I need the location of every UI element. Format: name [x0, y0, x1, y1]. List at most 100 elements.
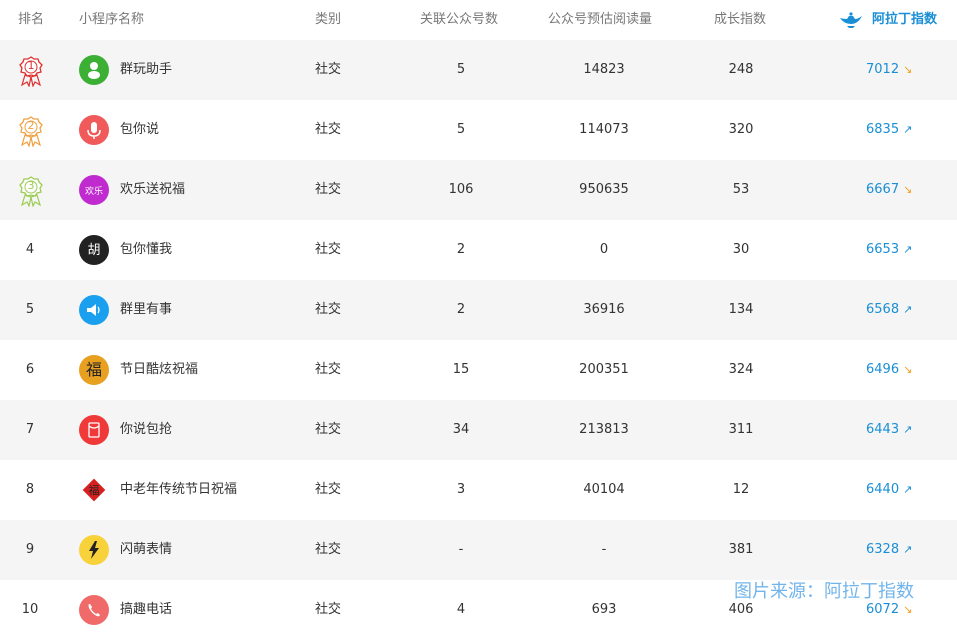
ala-index-cell: 6653 ↗ — [866, 220, 912, 280]
category-cell: 社交 — [315, 62, 342, 77]
growth-cell: 324 — [728, 362, 754, 377]
table-row[interactable]: 2 包你说 社交 5 114073 320 6835 ↗ — [0, 100, 957, 160]
icon-text: 福 — [85, 360, 102, 379]
read-estimate-cell: 0 — [599, 242, 609, 257]
public-accounts-cell: 2 — [456, 242, 466, 257]
category-cell: 社交 — [315, 122, 342, 137]
public-accounts-cell: 3 — [456, 482, 466, 497]
header-ala-index[interactable]: 阿拉丁指数 — [838, 0, 937, 40]
ala-index-cell: 6568 ↗ — [866, 280, 912, 340]
header-rank: 排名 — [18, 12, 45, 27]
read-estimate-cell: 950635 — [579, 182, 629, 197]
trend-down-icon: ↘ — [903, 63, 913, 76]
public-accounts-cell: 106 — [448, 182, 474, 197]
category-cell: 社交 — [315, 182, 342, 197]
fu-character-icon[interactable]: 福 — [79, 355, 109, 385]
fu-diamond-icon[interactable]: 福 — [79, 475, 109, 505]
read-estimate-cell: 693 — [591, 602, 617, 617]
rank-medal-icon: 3 — [14, 160, 46, 220]
category-cell: 社交 — [315, 482, 342, 497]
public-accounts-cell: 2 — [456, 302, 466, 317]
read-estimate-cell: 200351 — [579, 362, 629, 377]
growth-cell: 53 — [732, 182, 750, 197]
microphone-icon[interactable] — [79, 115, 109, 145]
ala-index-cell: 6443 ↗ — [866, 400, 912, 460]
app-name[interactable]: 节日酷炫祝福 — [120, 340, 198, 400]
public-accounts-cell: 34 — [452, 422, 470, 437]
read-estimate-cell: 213813 — [579, 422, 629, 437]
category-cell: 社交 — [315, 422, 342, 437]
table-row[interactable]: 3 欢乐 欢乐送祝福 社交 106 950635 53 6667 ↘ — [0, 160, 957, 220]
rank-number: 5 — [25, 302, 35, 317]
header-name: 小程序名称 — [79, 12, 145, 27]
growth-cell: 311 — [728, 422, 754, 437]
public-accounts-cell: - — [458, 542, 464, 557]
growth-cell: 12 — [732, 482, 750, 497]
ala-index-value: 6653 — [866, 242, 900, 257]
phone-icon[interactable] — [79, 595, 109, 625]
trend-up-icon: ↗ — [903, 483, 913, 496]
red-envelope-icon[interactable] — [79, 415, 109, 445]
growth-cell: 381 — [728, 542, 754, 557]
header-growth: 成长指数 — [714, 12, 767, 27]
read-estimate-cell: 36916 — [583, 302, 625, 317]
rank-medal-icon: 2 — [14, 100, 46, 160]
public-accounts-cell: 5 — [456, 122, 466, 137]
ala-index-cell: 6328 ↗ — [866, 520, 912, 580]
ala-index-value: 6667 — [866, 182, 900, 197]
trend-down-icon: ↘ — [903, 183, 913, 196]
header-read-estimate: 公众号预估阅读量 — [548, 12, 653, 27]
watermark: 图片来源：阿拉丁指数 — [734, 581, 914, 602]
icon-text: 欢乐 — [84, 187, 103, 197]
table-header: 排名 小程序名称 类别 关联公众号数 公众号预估阅读量 成长指数 阿拉丁指数 — [0, 0, 957, 40]
trend-up-icon: ↗ — [903, 303, 913, 316]
header-category: 类别 — [315, 12, 342, 27]
read-estimate-cell: 114073 — [579, 122, 629, 137]
ala-index-cell: 6667 ↘ — [866, 160, 912, 220]
app-name[interactable]: 闪萌表情 — [120, 520, 172, 580]
app-name[interactable]: 群玩助手 — [120, 40, 172, 100]
table-row[interactable]: 7 你说包抢 社交 34 213813 311 6443 ↗ — [0, 400, 957, 460]
calligraphy-logo-icon[interactable]: 胡 — [79, 235, 109, 265]
ala-index-cell: 7012 ↘ — [866, 40, 912, 100]
app-name[interactable]: 包你说 — [120, 100, 159, 160]
table-row[interactable]: 6 福节日酷炫祝福 社交 15 200351 324 6496 ↘ — [0, 340, 957, 400]
lightning-icon[interactable] — [79, 535, 109, 565]
growth-cell: 134 — [728, 302, 754, 317]
read-estimate-cell: - — [601, 542, 607, 557]
read-estimate-cell: 14823 — [583, 62, 625, 77]
trend-up-icon: ↗ — [903, 423, 913, 436]
ala-index-cell: 6440 ↗ — [866, 460, 912, 520]
icon-text: 胡 — [87, 243, 101, 258]
table-row[interactable]: 1 群玩助手 社交 5 14823 248 7012 ↘ — [0, 40, 957, 100]
rank-number: 2 — [27, 119, 35, 132]
rank-number: 7 — [25, 422, 35, 437]
people-icon[interactable] — [79, 55, 109, 85]
ala-index-value: 7012 — [866, 62, 900, 77]
table-row[interactable]: 5 群里有事 社交 2 36916 134 6568 ↗ — [0, 280, 957, 340]
megaphone-icon[interactable] — [79, 295, 109, 325]
app-name[interactable]: 群里有事 — [120, 280, 172, 340]
ala-index-value: 6328 — [866, 542, 900, 557]
app-name[interactable]: 你说包抢 — [120, 400, 172, 460]
read-estimate-cell: 40104 — [583, 482, 625, 497]
trend-down-icon: ↘ — [903, 363, 913, 376]
category-cell: 社交 — [315, 242, 342, 257]
table-row[interactable]: 4 胡 包你懂我 社交 2 0 30 6653 ↗ — [0, 220, 957, 280]
table-row[interactable]: 9 闪萌表情 社交 - - 381 6328 ↗ — [0, 520, 957, 580]
app-name[interactable]: 搞趣电话 — [120, 580, 172, 640]
genie-lamp-icon — [840, 12, 862, 28]
app-name[interactable]: 欢乐送祝福 — [120, 160, 185, 220]
app-name[interactable]: 包你懂我 — [120, 220, 172, 280]
app-name[interactable]: 中老年传统节日祝福 — [120, 460, 237, 520]
trend-up-icon: ↗ — [903, 243, 913, 256]
ala-index-value: 6440 — [866, 482, 900, 497]
greeting-logo-icon[interactable]: 欢乐 — [79, 175, 109, 205]
public-accounts-cell: 15 — [452, 362, 470, 377]
table-row[interactable]: 8 福 中老年传统节日祝福 社交 3 40104 12 6440 ↗ — [0, 460, 957, 520]
svg-text:福: 福 — [89, 483, 100, 497]
rank-medal-icon: 1 — [14, 40, 46, 100]
ala-index-value: 6835 — [866, 122, 900, 137]
rank-number: 4 — [25, 242, 35, 257]
trend-up-icon: ↗ — [903, 123, 913, 136]
